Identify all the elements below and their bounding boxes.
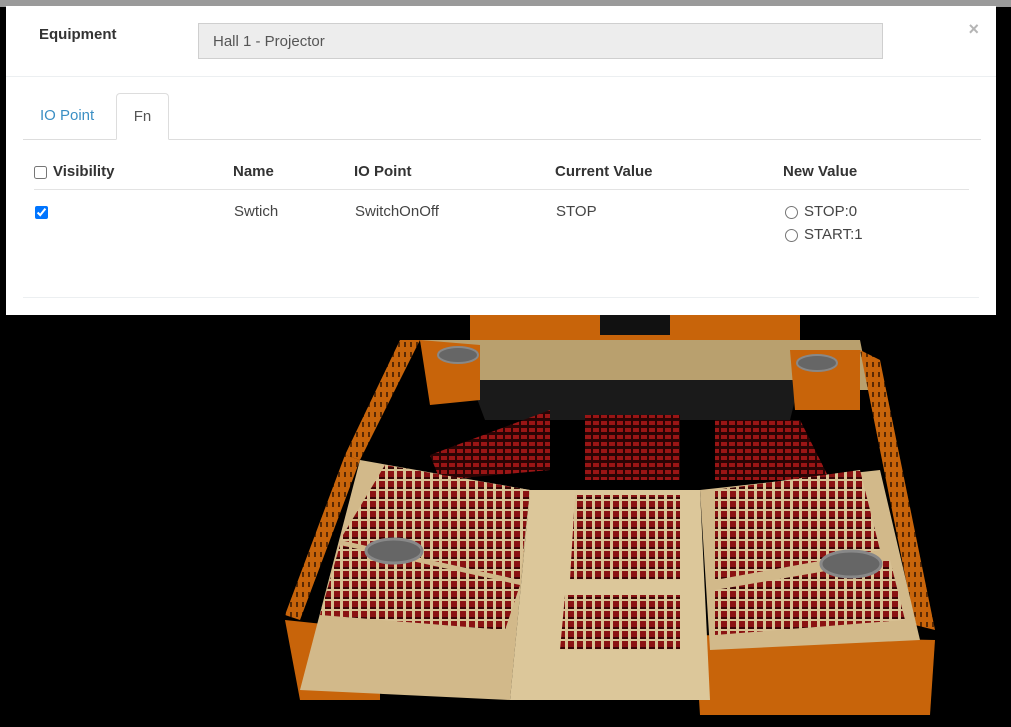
stop-radio[interactable] [785, 205, 798, 219]
function-table: Visibility Name IO Point Current Value N… [34, 154, 969, 279]
close-icon[interactable]: × [968, 20, 979, 38]
table-header-row: Visibility Name IO Point Current Value N… [34, 154, 969, 190]
option-start-label: START:1 [804, 226, 863, 243]
modal-header: Equipment × [6, 6, 996, 77]
tab-bar: IO Point Fn [23, 93, 981, 140]
tab-fn[interactable]: Fn [116, 93, 169, 140]
seat-blocks [320, 410, 905, 650]
io-point-cell: SwitchOnOff [355, 203, 439, 220]
visibility-header-label: Visibility [53, 163, 115, 180]
select-all-checkbox[interactable] [34, 165, 47, 179]
table-row: Swtich SwitchOnOff STOP STOP:0 START:1 [34, 190, 969, 280]
name-header: Name [233, 154, 354, 190]
start-radio[interactable] [785, 228, 798, 242]
equipment-label: Equipment [39, 26, 117, 43]
current-value-header: Current Value [555, 154, 783, 190]
option-stop-label: STOP:0 [804, 203, 858, 220]
visibility-cell [34, 190, 233, 280]
current-value-cell: STOP [556, 203, 597, 220]
name-cell: Swtich [234, 203, 279, 220]
option-start[interactable]: START:1 [784, 223, 968, 246]
modal-footer-divider [23, 297, 979, 298]
row-visibility-checkbox[interactable] [35, 205, 48, 219]
tab-io-point[interactable]: IO Point [23, 93, 111, 139]
equipment-field[interactable] [198, 23, 883, 59]
new-value-cell: STOP:0 START:1 [783, 190, 969, 280]
io-point-header: IO Point [354, 154, 555, 190]
visibility-header: Visibility [34, 154, 233, 190]
new-value-header: New Value [783, 154, 969, 190]
equipment-modal: Equipment × IO Point Fn Visibility Name … [6, 6, 996, 315]
option-stop[interactable]: STOP:0 [784, 200, 968, 223]
